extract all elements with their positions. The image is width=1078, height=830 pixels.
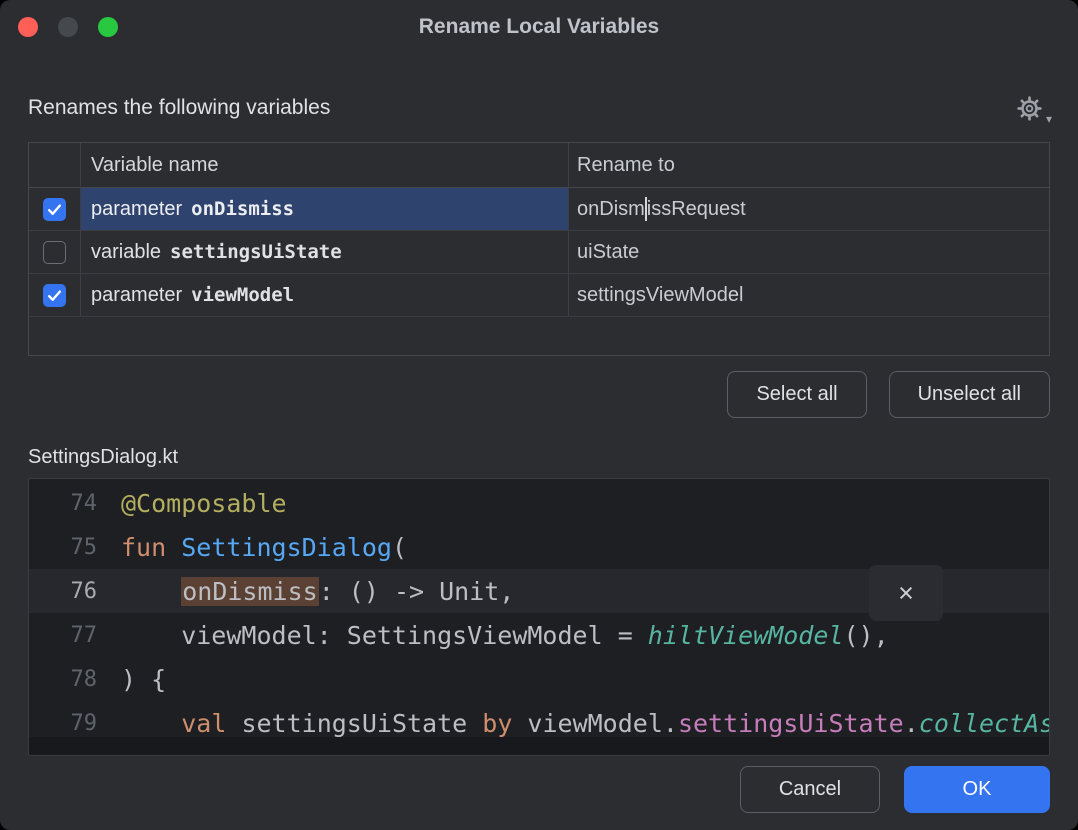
- checkbox-cell: [29, 188, 81, 230]
- dialog-footer: Cancel OK: [28, 766, 1050, 813]
- code-line: 75fun SettingsDialog(: [29, 525, 1049, 569]
- titlebar: Rename Local Variables: [0, 0, 1078, 54]
- check-icon: [46, 201, 63, 218]
- line-number: 74: [29, 491, 121, 516]
- code-line: 78) {: [29, 657, 1049, 701]
- column-header-checkbox: [29, 143, 81, 187]
- code-text: viewModel: SettingsViewModel = hiltViewM…: [121, 621, 1049, 650]
- settings-gear-button[interactable]: ▾: [1016, 94, 1050, 122]
- line-number: 78: [29, 667, 121, 692]
- variable-name-cell[interactable]: parameter onDismiss: [81, 188, 569, 230]
- code-line: 74@Composable: [29, 481, 1049, 525]
- table-row[interactable]: variable settingsUiState uiState: [29, 231, 1049, 274]
- ok-button[interactable]: OK: [904, 766, 1050, 813]
- rename-to-cell[interactable]: onDismissRequest: [569, 188, 1049, 230]
- zoom-button[interactable]: [98, 17, 118, 37]
- header-row: Renames the following variables: [28, 94, 1050, 122]
- horizontal-scrollbar[interactable]: [29, 737, 1049, 755]
- checkbox-cell: [29, 231, 81, 273]
- table-row[interactable]: parameter viewModel settingsViewModel: [29, 274, 1049, 317]
- selection-actions: Select all Unselect all: [28, 371, 1050, 418]
- table-row[interactable]: parameter onDismiss onDismissRequest: [29, 188, 1049, 231]
- window-title: Rename Local Variables: [419, 15, 659, 39]
- dialog-content: Renames the following variables: [0, 94, 1078, 813]
- select-all-button[interactable]: Select all: [727, 371, 866, 418]
- gear-icon: [1016, 95, 1043, 122]
- line-number: 79: [29, 711, 121, 736]
- variable-name: settingsUiState: [170, 241, 342, 263]
- variable-kind: parameter: [91, 198, 182, 221]
- code-text: @Composable: [121, 489, 1049, 518]
- unselect-all-button[interactable]: Unselect all: [889, 371, 1050, 418]
- code-text: fun SettingsDialog(: [121, 533, 1049, 562]
- dropdown-arrow-icon: ▾: [1046, 112, 1052, 126]
- line-number: 77: [29, 623, 121, 648]
- close-button[interactable]: [18, 17, 38, 37]
- window-controls: [18, 17, 118, 37]
- variable-kind: variable: [91, 241, 161, 264]
- code-text: ) {: [121, 665, 1049, 694]
- check-icon: [46, 287, 63, 304]
- file-name-label: SettingsDialog.kt: [28, 446, 1050, 470]
- renames-label: Renames the following variables: [28, 96, 330, 120]
- checkbox-cell: [29, 274, 81, 316]
- cancel-button[interactable]: Cancel: [740, 766, 880, 813]
- variable-name-cell[interactable]: parameter viewModel: [81, 274, 569, 316]
- column-header-variable-name[interactable]: Variable name: [81, 143, 569, 187]
- variable-name-cell[interactable]: variable settingsUiState: [81, 231, 569, 273]
- variable-name: onDismiss: [191, 198, 294, 220]
- line-number: 75: [29, 535, 121, 560]
- close-preview-button[interactable]: ×: [869, 565, 943, 621]
- code-preview: 74@Composable75fun SettingsDialog(76 onD…: [28, 478, 1050, 756]
- rename-table-body: parameteronDismissonDismissRequestvariab…: [29, 188, 1049, 317]
- column-header-rename-to[interactable]: Rename to: [569, 143, 1049, 187]
- variable-kind: parameter: [91, 284, 182, 307]
- row-checkbox[interactable]: [43, 241, 66, 264]
- rename-dialog: Rename Local Variables Renames the follo…: [0, 0, 1078, 830]
- close-icon: ×: [898, 580, 914, 607]
- rename-table: Variable name Rename to parameter onDismi…: [28, 142, 1050, 356]
- minimize-button[interactable]: [58, 17, 78, 37]
- code-text: val settingsUiState by viewModel.setting…: [121, 709, 1049, 738]
- table-empty-area: [29, 317, 1049, 355]
- line-number: 76: [29, 579, 121, 604]
- table-header: Variable name Rename to: [29, 143, 1049, 188]
- variable-name: viewModel: [191, 284, 294, 306]
- row-checkbox[interactable]: [43, 284, 66, 307]
- rename-to-cell[interactable]: settingsViewModel: [569, 274, 1049, 316]
- rename-to-cell[interactable]: uiState: [569, 231, 1049, 273]
- row-checkbox[interactable]: [43, 198, 66, 221]
